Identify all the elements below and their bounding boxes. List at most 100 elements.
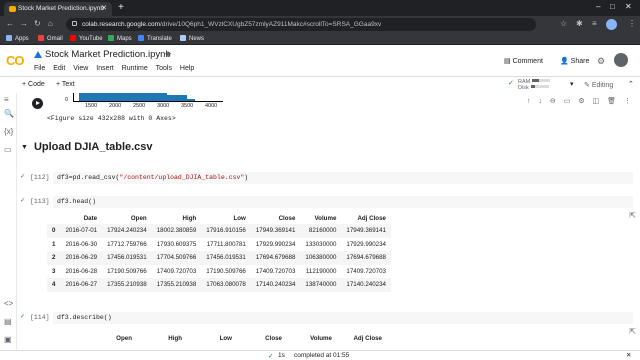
table-cell: 18002.380859 [156, 227, 197, 235]
column-header: Volume [310, 335, 332, 342]
cell-toolbar: ↑ ↓ ⊖ ▭ ⚙ ◫ 🗑 ⋮ [527, 97, 637, 105]
reading-list-icon[interactable]: ≡ [592, 19, 597, 28]
table-row: 2 2016-06-29 17456.019531 17704.509766 1… [47, 251, 391, 265]
user-avatar[interactable] [614, 53, 628, 67]
maximize-icon[interactable]: □ [610, 2, 615, 11]
bookmarks-bar: Apps Gmail YouTube Maps Translate News [0, 33, 640, 45]
close-window-icon[interactable]: ✕ [625, 2, 632, 11]
url-input[interactable]: colab.research.google.com/drive/10Q6ph1_… [66, 18, 536, 31]
code-cell-113[interactable]: ✓ [113] df3.head() ⇱ Date Open High Low … [17, 195, 640, 295]
comment-button[interactable]: ▤ Comment [504, 57, 543, 65]
code-cell-114[interactable]: ✓ [114] df3.describe() ⇱ Open High Low C… [17, 311, 640, 350]
resources-dropdown-icon[interactable]: ▾ [570, 80, 574, 88]
close-status-icon[interactable]: ✕ [626, 351, 631, 359]
pencil-icon: ✎ [584, 82, 592, 89]
column-header: Close [265, 335, 282, 342]
share-icon: 👤 [560, 58, 571, 65]
settings-gear-icon[interactable]: ⚙ [597, 56, 605, 67]
share-button[interactable]: 👤 Share [560, 57, 589, 65]
variables-icon[interactable]: {x} [4, 127, 13, 136]
menu-insert[interactable]: Insert [96, 65, 114, 72]
cell-more-icon[interactable]: ⋮ [624, 98, 631, 105]
code-editor[interactable]: df3=pd.read_csv("/content/upload_DJIA_ta… [53, 172, 633, 184]
run-cell-button[interactable] [32, 98, 43, 109]
collapse-caret-icon[interactable]: ▼ [21, 144, 28, 151]
menu-file[interactable]: File [34, 65, 45, 72]
column-header: Close [278, 215, 296, 222]
code-cell-112[interactable]: ✓ [112] df3=pd.read_csv("/content/upload… [17, 171, 640, 187]
reload-icon[interactable]: ↻ [34, 19, 41, 28]
menu-bar: File Edit View Insert Runtime Tools Help [34, 65, 200, 72]
table-cell: 2016-06-30 [65, 240, 98, 248]
close-tab-icon[interactable]: ✕ [101, 4, 107, 12]
menu-tools[interactable]: Tools [156, 65, 172, 72]
menu-help[interactable]: Help [180, 65, 194, 72]
colab-header: CO Stock Market Prediction.ipynb ★ File … [0, 45, 640, 77]
notebook-title[interactable]: Stock Market Prediction.ipynb [45, 49, 171, 60]
colab-logo[interactable]: CO [6, 53, 24, 68]
table-cell: 106380000 [305, 254, 337, 262]
star-icon[interactable]: ★ [164, 49, 172, 60]
forward-icon[interactable]: → [20, 19, 28, 28]
bookmark-maps[interactable]: Maps [108, 35, 132, 42]
command-palette-icon[interactable]: ▤ [4, 317, 12, 326]
bookmark-translate[interactable]: Translate [138, 35, 172, 42]
cell-prompt: [113] [30, 198, 50, 205]
code-snippets-icon[interactable]: <> [4, 299, 13, 308]
browser-profile-avatar[interactable] [606, 19, 617, 30]
table-cell: 2016-06-28 [65, 267, 98, 275]
column-header [47, 213, 60, 224]
move-up-icon[interactable]: ↑ [527, 98, 531, 105]
table-of-contents-icon[interactable]: ≡ [4, 95, 9, 104]
home-icon[interactable]: ⌂ [48, 19, 53, 28]
column-header: Open [116, 335, 132, 342]
x-tick-label: 3000 [157, 103, 170, 109]
table-cell: 17949.369141 [255, 227, 296, 235]
collapse-header-icon[interactable]: ⌃ [628, 80, 634, 88]
describe-dataframe-table: Open High Low Close Volume Adj Close [47, 333, 387, 344]
code-editor[interactable]: df3.describe() [53, 312, 633, 324]
bookmark-youtube[interactable]: YouTube [70, 35, 103, 42]
left-sidebar: ≡ 🔍 {x} ▭ <> ▤ ▣ [0, 93, 17, 350]
search-icon[interactable]: 🔍 [4, 109, 14, 118]
mirror-cell-icon[interactable]: ◫ [593, 98, 600, 105]
menu-view[interactable]: View [73, 65, 88, 72]
extensions-icon[interactable]: ✱ [576, 19, 583, 28]
table-cell: 2016-06-29 [65, 254, 98, 262]
notebook-content: 0 1500 2000 2500 3000 3500 4000 <Figure … [17, 93, 640, 350]
table-cell: 17712.759766 [107, 240, 147, 248]
move-down-icon[interactable]: ↓ [538, 98, 542, 105]
comment-cell-icon[interactable]: ▭ [564, 98, 571, 105]
table-cell: 133030000 [305, 240, 337, 248]
table-cell: 17190.509766 [206, 267, 246, 275]
new-tab-icon[interactable]: + [118, 2, 124, 13]
bookmark-gmail[interactable]: Gmail [38, 35, 63, 42]
table-cell: 2016-07-01 [65, 227, 98, 235]
execution-duration: 1s [278, 352, 285, 359]
bookmark-news[interactable]: News [180, 35, 204, 42]
add-code-button[interactable]: + Code [22, 81, 45, 88]
files-icon[interactable]: ▭ [4, 145, 12, 154]
cell-settings-icon[interactable]: ⚙ [578, 98, 584, 105]
output-scroll-icon[interactable]: ⇱ [629, 211, 636, 220]
bookmark-apps[interactable]: Apps [6, 35, 29, 42]
resources-indicator[interactable]: RAM Disk [518, 79, 551, 91]
minimize-icon[interactable]: – [596, 2, 600, 11]
link-icon[interactable]: ⊖ [550, 98, 556, 105]
terminal-icon[interactable]: ▣ [4, 335, 12, 344]
table-cell: 17704.509766 [156, 254, 197, 262]
editing-mode-button[interactable]: ✎ Editing [584, 81, 613, 89]
column-header: Low [233, 215, 246, 222]
status-check-icon: ✓ [268, 353, 274, 360]
browser-tab[interactable]: Stock Market Prediction.ipynb ✕ [4, 2, 112, 16]
back-icon[interactable]: ← [6, 19, 14, 28]
code-editor[interactable]: df3.head() [53, 196, 633, 208]
menu-edit[interactable]: Edit [53, 65, 65, 72]
section-heading[interactable]: ▼ Upload DJIA_table.csv [21, 141, 153, 153]
output-scroll-icon[interactable]: ⇱ [629, 327, 636, 336]
menu-runtime[interactable]: Runtime [122, 65, 148, 72]
delete-cell-icon[interactable]: 🗑 [607, 98, 616, 105]
bookmark-star-icon[interactable]: ☆ [560, 19, 567, 28]
browser-menu-icon[interactable]: ⋮ [628, 19, 636, 28]
add-text-button[interactable]: + Text [56, 81, 75, 88]
